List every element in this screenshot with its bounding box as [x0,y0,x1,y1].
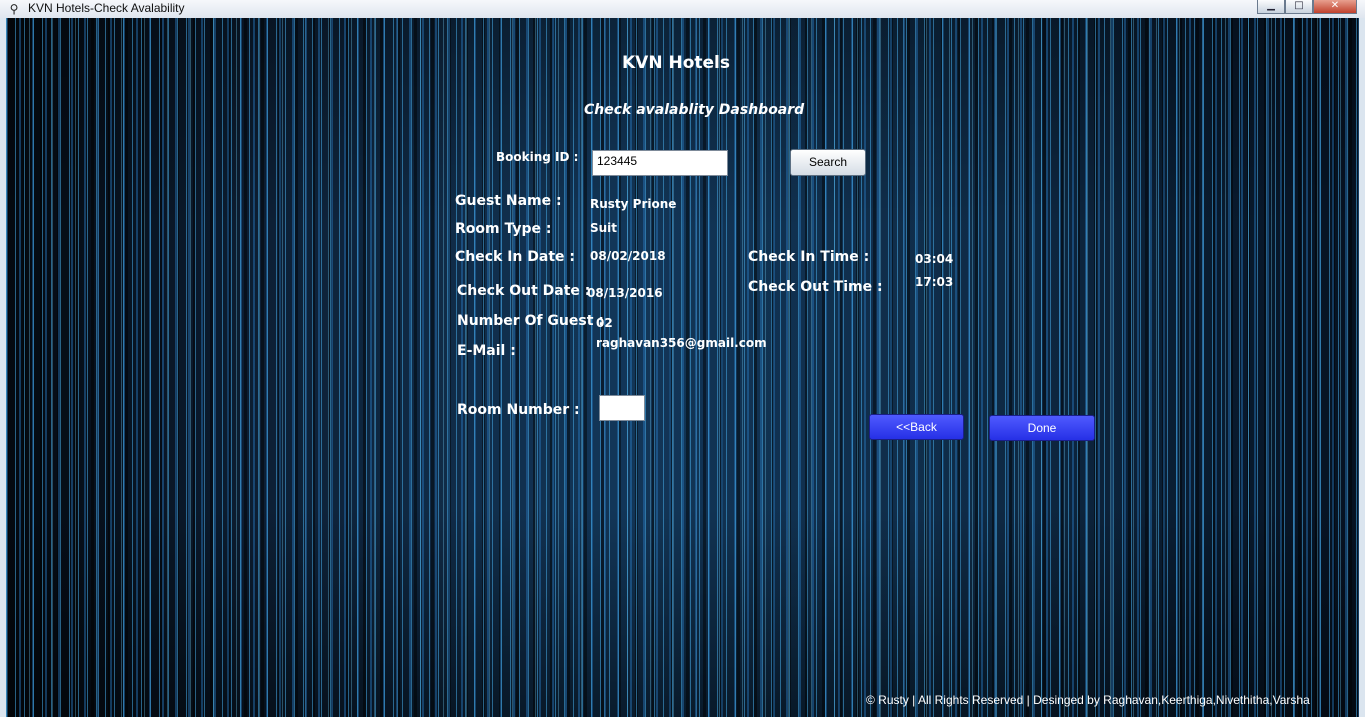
check-in-date-label: Check In Date : [455,249,575,265]
window-frame-right [1359,18,1365,717]
window-title: KVN Hotels-Check Avalability [28,1,185,15]
email-value: raghavan356@gmail.com [596,336,767,350]
room-type-label: Room Type : [455,221,552,237]
maximize-button[interactable]: □ [1285,0,1313,14]
main-panel: KVN Hotels Check avalablity Dashboard Bo… [6,18,1359,717]
window-controls: ▁ □ ✕ [1257,0,1357,14]
guest-name-value: Rusty Prione [590,197,677,211]
check-out-time-value: 17:03 [915,275,954,289]
check-out-date-value: 08/13/2016 [587,286,663,300]
footer-credits: © Rusty | All Rights Reserved | Desinged… [866,693,1310,707]
close-button[interactable]: ✕ [1313,0,1357,14]
window-titlebar[interactable]: ⚲ KVN Hotels-Check Avalability ▁ □ ✕ [0,0,1365,19]
minimize-button[interactable]: ▁ [1257,0,1285,14]
booking-id-input[interactable]: 123445 [592,150,728,176]
check-in-time-value: 03:04 [915,252,954,266]
room-number-input[interactable] [599,395,645,421]
number-of-guests-value: 02 [596,316,613,330]
room-type-value: Suit [590,221,618,235]
back-button[interactable]: <<Back [869,414,964,440]
page-title: KVN Hotels [622,53,730,73]
check-in-date-value: 08/02/2018 [590,249,666,263]
page-subtitle: Check avalablity Dashboard [584,102,805,118]
email-label: E-Mail : [457,343,516,359]
check-in-time-label: Check In Time : [748,249,870,265]
done-button[interactable]: Done [989,415,1095,441]
room-number-label: Room Number : [457,402,580,418]
guest-name-label: Guest Name : [455,193,562,209]
search-button[interactable]: Search [790,149,866,176]
booking-id-label: Booking ID : [496,150,579,164]
check-out-time-label: Check Out Time : [748,279,883,295]
check-out-date-label: Check Out Date : [457,283,591,299]
number-of-guests-label: Number Of Guest : [457,313,604,329]
app-icon: ⚲ [9,2,19,16]
